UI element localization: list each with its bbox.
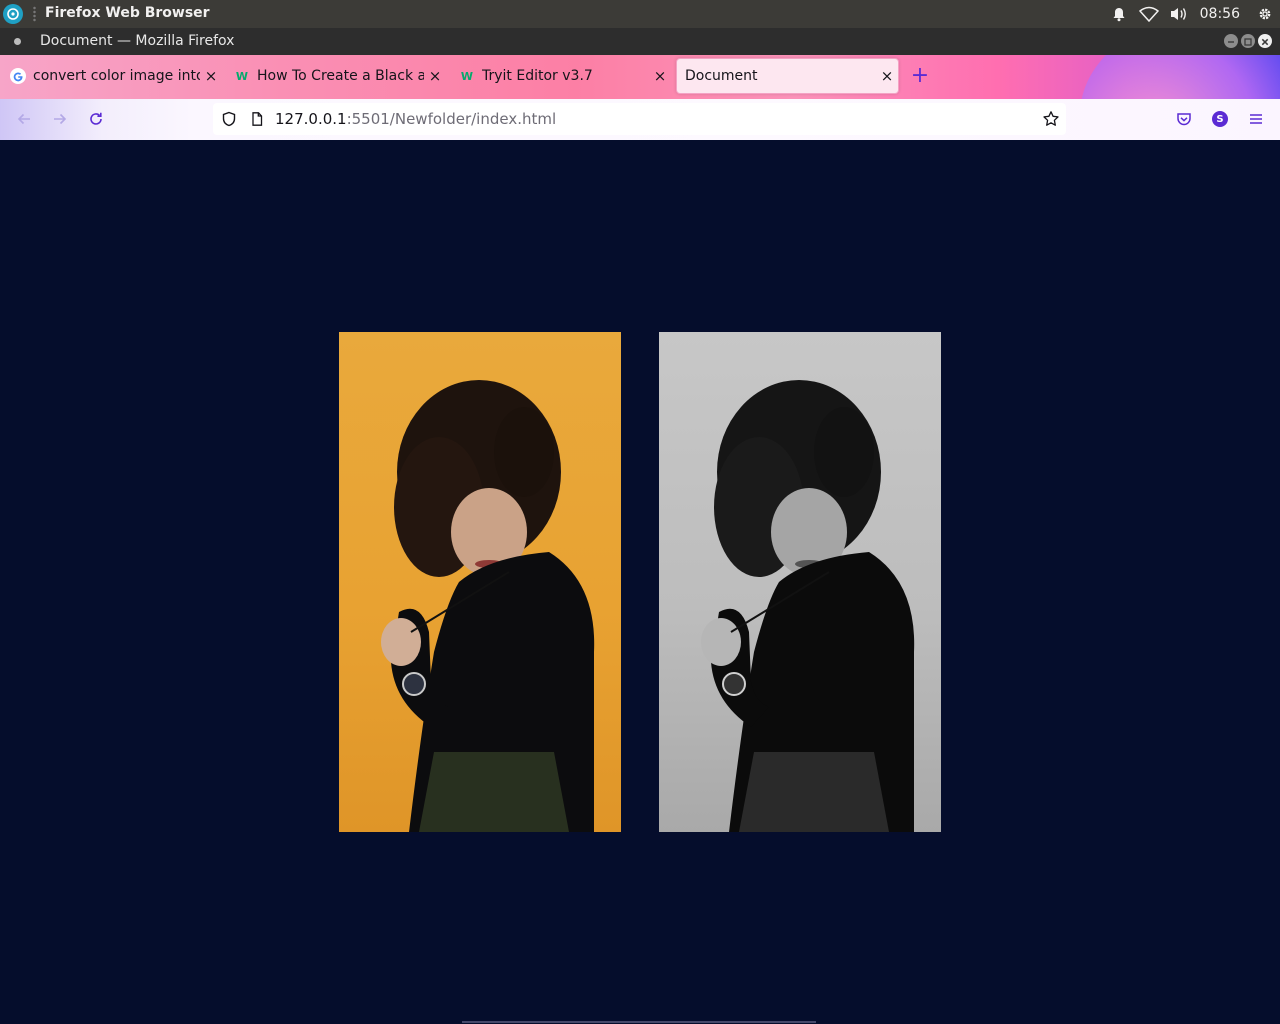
tab-tryit-editor[interactable]: W Tryit Editor v3.7 × (449, 58, 671, 94)
maximize-button[interactable] (1241, 34, 1255, 48)
reload-button[interactable] (84, 107, 108, 131)
url-path: :5501/Newfolder/index.html (346, 110, 557, 128)
close-tab-icon[interactable]: × (649, 67, 671, 85)
url-host: 127.0.0.1 (275, 110, 347, 128)
tab-label: How To Create a Black and White (257, 68, 424, 84)
w3schools-favicon-icon: W (460, 69, 474, 83)
close-tab-icon[interactable]: × (876, 67, 898, 85)
color-portrait-image (339, 332, 621, 832)
address-bar[interactable]: 127.0.0.1:5501/Newfolder/index.html (213, 103, 1066, 135)
minimize-button[interactable] (1224, 34, 1238, 48)
tab-document[interactable]: Document × (676, 58, 899, 94)
forward-button[interactable] (48, 107, 72, 131)
close-window-button[interactable] (1258, 34, 1272, 48)
account-avatar[interactable]: S (1208, 107, 1232, 131)
tab-label: Document (685, 68, 758, 84)
ubuntu-launcher-icon[interactable] (3, 4, 23, 24)
window-controls (1224, 34, 1272, 48)
theme-decoration (1080, 55, 1280, 99)
url-text[interactable]: 127.0.0.1:5501/Newfolder/index.html (275, 110, 556, 128)
page-info-icon[interactable] (249, 111, 265, 131)
window-menu-icon[interactable] (14, 38, 21, 45)
grayscale-portrait-image (659, 332, 941, 832)
account-initial: S (1212, 111, 1228, 127)
tab-w3schools-howto[interactable]: W How To Create a Black and White × (224, 58, 446, 94)
close-tab-icon[interactable]: × (424, 67, 446, 85)
pocket-icon[interactable] (1172, 107, 1196, 131)
page-content (0, 140, 1280, 1024)
window-title: Document — Mozilla Firefox (40, 33, 235, 49)
tab-google-search[interactable]: convert color image into black × (0, 58, 222, 94)
horizontal-scroll-indicator[interactable] (462, 1021, 816, 1023)
settings-gear-icon[interactable] (1250, 0, 1280, 28)
google-favicon-icon (10, 68, 26, 84)
new-tab-button[interactable]: + (908, 65, 932, 89)
drag-grip (33, 6, 36, 22)
system-top-bar: Firefox Web Browser 08:56 (0, 0, 1280, 28)
clock[interactable]: 08:56 (1194, 6, 1250, 22)
tab-strip: convert color image into black × W How T… (0, 55, 1280, 99)
tab-label: Tryit Editor v3.7 (482, 68, 593, 84)
hamburger-menu-icon[interactable] (1244, 107, 1268, 131)
close-tab-icon[interactable]: × (200, 67, 222, 85)
tab-label: convert color image into black (33, 68, 200, 84)
bookmark-star-icon[interactable] (1042, 110, 1060, 132)
window-title-bar: Document — Mozilla Firefox (0, 28, 1280, 55)
back-button[interactable] (12, 107, 36, 131)
navigation-toolbar: 127.0.0.1:5501/Newfolder/index.html S (0, 99, 1280, 141)
w3schools-favicon-icon: W (235, 69, 249, 83)
volume-icon[interactable] (1164, 0, 1194, 28)
wifi-icon[interactable] (1134, 0, 1164, 28)
active-app-title[interactable]: Firefox Web Browser (45, 5, 210, 21)
tracking-protection-shield-icon[interactable] (221, 111, 237, 131)
system-tray: 08:56 (1104, 0, 1280, 28)
bell-icon[interactable] (1104, 0, 1134, 28)
